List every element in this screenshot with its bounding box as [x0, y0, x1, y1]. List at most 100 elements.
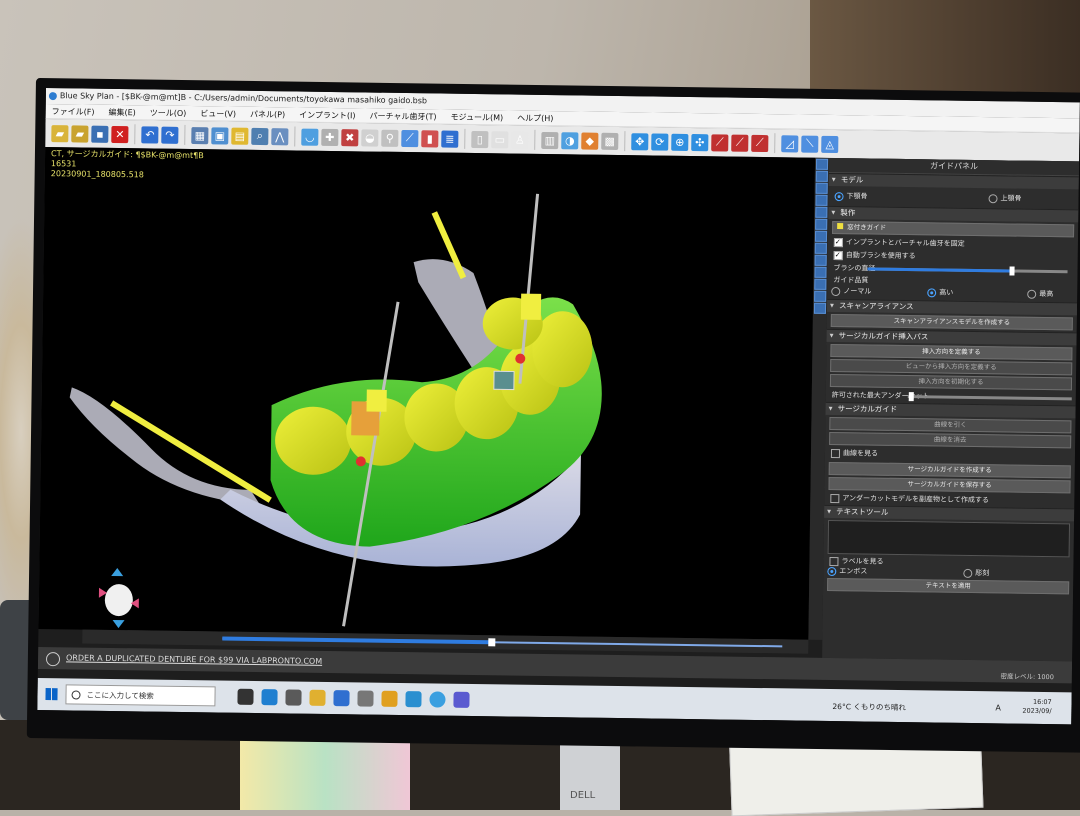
guide-type-select[interactable]: 窓付きガイド	[832, 220, 1075, 238]
create-scan-model-button[interactable]: スキャンアライアンスモデルを作成する	[830, 313, 1073, 331]
task-view-icon[interactable]	[237, 688, 254, 705]
checkbox[interactable]	[830, 493, 840, 503]
scan-icon[interactable]: ▥	[541, 131, 559, 149]
blue-sky-plan-icon[interactable]	[429, 691, 446, 708]
quality-option-high[interactable]: 高い	[927, 286, 953, 299]
view-back-icon[interactable]	[815, 170, 828, 182]
network-app-icon[interactable]	[405, 691, 422, 708]
settings-gear-icon[interactable]	[357, 690, 374, 707]
section-text-header[interactable]: テキストツール	[824, 504, 1075, 522]
checkbox[interactable]	[830, 448, 841, 458]
open-recent-icon[interactable]: ▰	[71, 124, 89, 143]
checkbox-checked[interactable]	[833, 250, 843, 260]
palette-icon[interactable]: ◑	[561, 131, 579, 149]
menu-edit[interactable]: 編集(E)	[108, 105, 135, 119]
view-iso-icon[interactable]	[814, 230, 828, 242]
undercut-slider[interactable]	[907, 392, 1072, 402]
undercut-knob[interactable]	[908, 392, 915, 402]
view-left-icon[interactable]	[815, 182, 828, 194]
file-explorer-icon[interactable]	[309, 689, 326, 706]
mail-icon[interactable]	[333, 690, 350, 707]
checkbox-checked[interactable]	[833, 237, 843, 247]
radio[interactable]	[831, 286, 841, 296]
menu-file[interactable]: ファイル(F)	[52, 104, 95, 119]
view-reset-icon[interactable]	[814, 242, 827, 254]
view-transparency-icon[interactable]	[814, 254, 827, 266]
model-option-mandible[interactable]: 下顎骨	[834, 186, 868, 206]
3d-viewport[interactable]: CT, サージカルガイド: ¶$BK-@m@mt¶B 16531 2023090…	[38, 146, 816, 640]
menu-module[interactable]: モジュール(M)	[450, 110, 503, 125]
weather-widget[interactable]: 26°C くもりのち晴れ	[832, 701, 906, 713]
tooth-icon[interactable]: ♙	[511, 131, 529, 149]
implant-icon[interactable]: ▯	[471, 130, 489, 148]
reset-insertion-button[interactable]: 挿入方向を初期化する	[829, 373, 1073, 391]
list-icon[interactable]: ≣	[441, 130, 459, 148]
radio-selected[interactable]	[827, 566, 837, 576]
book-icon[interactable]: ▤	[231, 127, 249, 145]
erase-curve-button[interactable]: 曲線を消去	[829, 431, 1072, 449]
radio[interactable]	[963, 568, 973, 578]
slice-thumb[interactable]	[488, 638, 496, 647]
tooth-library-icon[interactable]: ▭	[491, 130, 509, 148]
edge-icon[interactable]	[261, 689, 278, 706]
menu-help[interactable]: ヘルプ(H)	[517, 111, 553, 126]
export-icon[interactable]: ▩	[601, 132, 619, 150]
section-guide-header[interactable]: サージカルガイド	[825, 401, 1076, 419]
crown-icon[interactable]: ◒	[361, 128, 379, 147]
ruler-icon[interactable]: ◿	[781, 134, 799, 153]
close-icon[interactable]: ✕	[111, 125, 129, 143]
dental-model-render[interactable]	[38, 147, 815, 640]
sleeve-icon[interactable]: ▮	[421, 129, 439, 147]
radio[interactable]	[1027, 289, 1037, 299]
radio-selected[interactable]	[834, 191, 844, 201]
view-clip-icon[interactable]	[814, 266, 827, 278]
ime-indicator[interactable]: A	[995, 703, 1001, 712]
zoom-view-icon[interactable]: ⊕	[671, 133, 689, 151]
define-insertion-from-view-button[interactable]: ビューから挿入方向を定義する	[830, 358, 1073, 376]
cut-plane-icon[interactable]: ⟋	[731, 134, 749, 152]
cut-tool-icon[interactable]: ⟋	[711, 133, 729, 152]
create-guide-button[interactable]: サージカルガイドを作成する	[828, 461, 1071, 479]
section-create-header[interactable]: 製作	[828, 205, 1079, 223]
taskbar-search-input[interactable]: ここに入力して検索	[65, 684, 216, 707]
save-guide-button[interactable]: サージカルガイドを保存する	[828, 476, 1071, 494]
implant-remove-icon[interactable]: ✖	[341, 128, 359, 146]
implant-add-icon[interactable]: ✚	[321, 128, 339, 146]
view-right-icon[interactable]	[815, 194, 828, 206]
angle-icon[interactable]: ◬	[821, 135, 839, 153]
tooth-tool-icon[interactable]: ⚲	[381, 129, 399, 147]
view-front-icon[interactable]	[815, 158, 829, 170]
windows-start-icon[interactable]	[45, 688, 58, 701]
brush-icon[interactable]: ⟋	[751, 134, 769, 152]
menu-virtual-teeth[interactable]: パーチャル歯牙(T)	[369, 109, 436, 124]
guide-icon[interactable]: ◆	[581, 131, 599, 150]
app-pin-icon[interactable]	[381, 690, 398, 707]
move-icon[interactable]: ✥	[631, 132, 649, 150]
view-bottom-icon[interactable]	[815, 218, 828, 230]
image-import-icon[interactable]: ▣	[211, 126, 229, 145]
text-mode-emboss[interactable]: エンボス	[827, 566, 867, 577]
line-measure-icon[interactable]: ⟍	[801, 135, 819, 153]
view-settings-icon[interactable]	[813, 302, 827, 314]
arch-curve-icon[interactable]: ◡	[301, 128, 319, 146]
brush-diameter-slider[interactable]	[867, 266, 1068, 276]
model-option-maxilla[interactable]: 上顎骨	[988, 188, 1022, 208]
quality-option-normal[interactable]: ノーマル	[831, 285, 871, 299]
app-icon-bsb[interactable]	[453, 691, 470, 708]
rotate-icon[interactable]: ⟳	[651, 132, 669, 151]
undo-icon[interactable]: ↶	[141, 125, 159, 144]
radio[interactable]	[988, 193, 998, 203]
text-input[interactable]	[827, 519, 1071, 558]
radio-selected[interactable]	[927, 287, 937, 297]
view-light-icon[interactable]	[814, 278, 827, 290]
define-insertion-button[interactable]: 挿入方向を定義する	[830, 343, 1073, 361]
menu-panel[interactable]: パネル(P)	[250, 107, 285, 121]
orientation-gizmo-icon[interactable]	[98, 568, 139, 629]
ad-link[interactable]: ORDER A DUPLICATED DENTURE FOR $99 VIA L…	[66, 653, 322, 666]
redo-icon[interactable]: ↷	[161, 126, 179, 144]
section-path-header[interactable]: サージカルガイド挿入パス	[826, 328, 1077, 346]
checkbox[interactable]	[829, 556, 839, 566]
view-snapshot-icon[interactable]	[814, 290, 827, 302]
show-curve-row[interactable]: 曲線を見る	[825, 447, 1075, 463]
store-icon[interactable]	[285, 689, 302, 706]
